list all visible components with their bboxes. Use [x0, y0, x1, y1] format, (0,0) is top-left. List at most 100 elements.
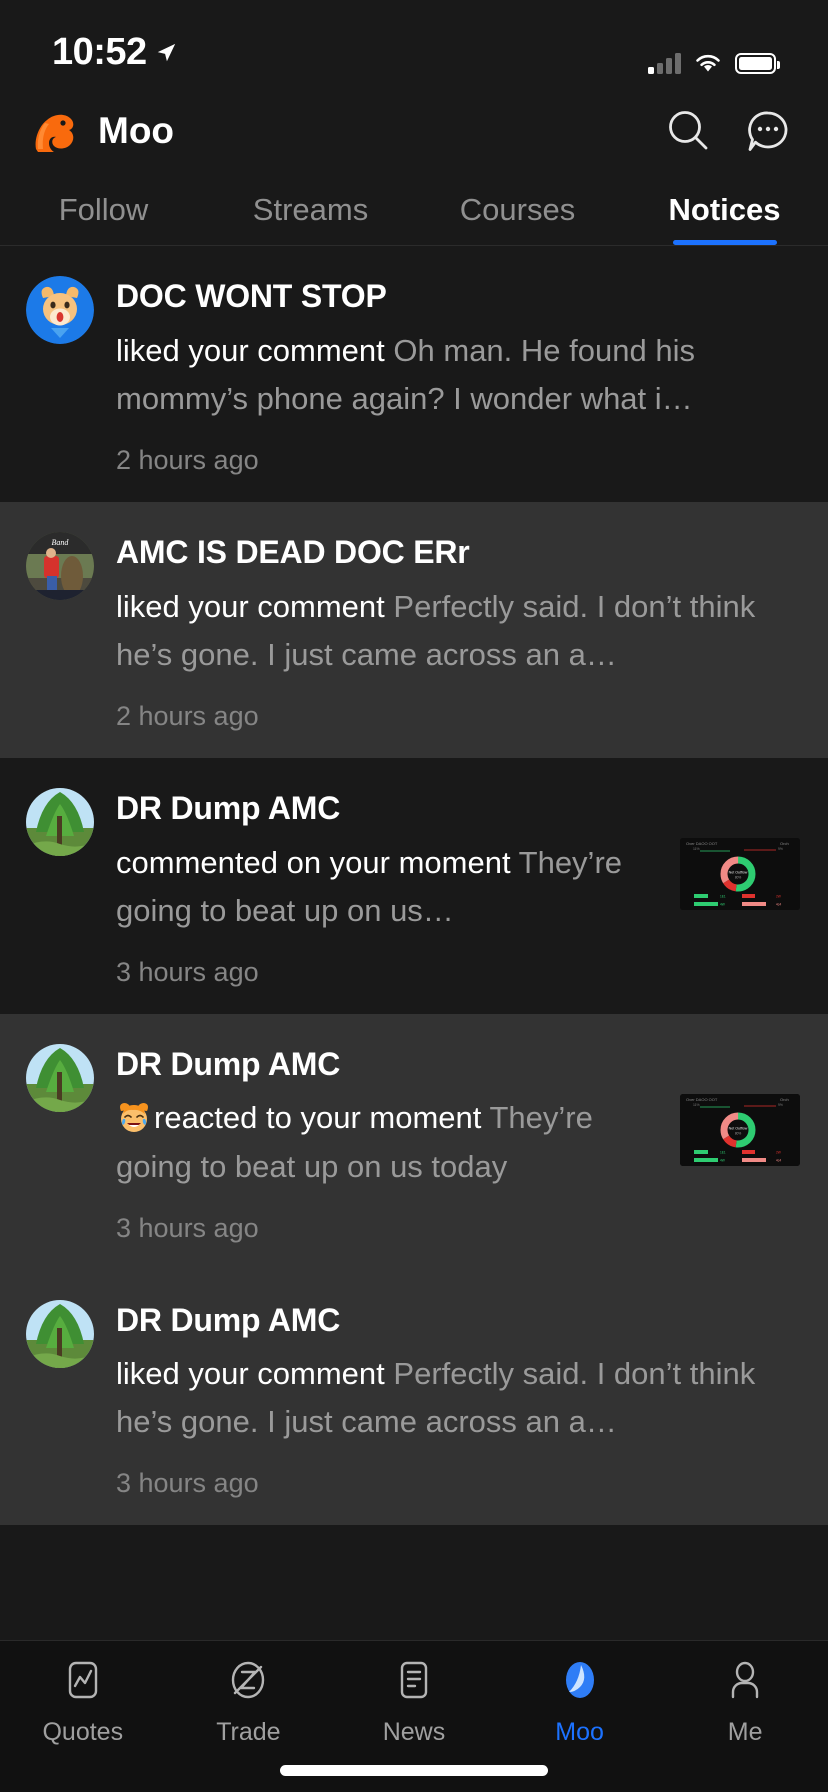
notification-text: reacted to your moment They’re going to … [116, 1094, 666, 1190]
avatar[interactable] [26, 787, 94, 856]
location-arrow-icon [157, 43, 175, 61]
app-header: Moo [0, 88, 828, 174]
tab-notices[interactable]: Notices [621, 174, 828, 245]
notification-row[interactable]: DR Dump AMC liked your comment Perfectly… [0, 1269, 828, 1526]
nav-label: Moo [555, 1718, 604, 1746]
svg-text:Band: Band [52, 538, 70, 547]
notification-timestamp: 2 hours ago [116, 700, 259, 731]
nav-label: Me [727, 1718, 763, 1746]
news-document-icon [400, 1661, 428, 1699]
nav-item-moo[interactable]: Moo [497, 1657, 663, 1747]
wifi-icon [696, 54, 720, 72]
notification-text: liked your comment Oh man. He found his … [116, 327, 800, 423]
notification-action: liked your comment [116, 1356, 385, 1392]
trade-z-icon [232, 1661, 265, 1699]
app-title: Moo [98, 110, 175, 151]
section-tabs: Follow Streams Courses Notices [0, 174, 828, 246]
header-actions [662, 105, 794, 157]
person-profile-icon [731, 1661, 759, 1699]
moo-bull-logo-icon [35, 114, 74, 152]
notification-timestamp: 3 hours ago [116, 956, 259, 987]
svg-text:11%: 11% [693, 1103, 700, 1107]
svg-text:4W: 4W [720, 902, 725, 906]
notification-body: AMC IS DEAD DOC ERr liked your comment P… [116, 532, 800, 732]
status-bar: 10:52 [0, 0, 828, 88]
tab-label: Streams [252, 191, 369, 227]
tab-follow[interactable]: Follow [0, 174, 207, 245]
tree-photo-avatar [26, 1299, 94, 1368]
tree-photo-avatar [26, 1043, 94, 1112]
notification-timestamp: 3 hours ago [116, 1212, 259, 1243]
more-chat-icon[interactable] [742, 105, 794, 157]
tab-streams[interactable]: Streams [207, 174, 414, 245]
chart-corner-text: Orch [780, 1097, 789, 1102]
person-photo-avatar: Band [26, 531, 94, 600]
svg-text:1E1: 1E1 [720, 1150, 726, 1154]
svg-text:Net Outflow: Net Outflow [729, 1126, 748, 1130]
notification-timestamp: 3 hours ago [116, 1468, 259, 1499]
nav-item-me[interactable]: Me [662, 1657, 828, 1747]
search-icon[interactable] [662, 105, 714, 157]
net-outflow-donut-chart: Over DAOO OOT Orch 11% 9% Net Outflow 80… [680, 837, 800, 910]
chart-title-text: Over DAOO OOT [686, 841, 718, 846]
avatar[interactable] [26, 276, 94, 344]
notification-username[interactable]: DOC WONT STOP [116, 278, 800, 315]
chart-corner-text: Orch [780, 841, 789, 846]
notification-body: DOC WONT STOP liked your comment Oh man.… [116, 276, 800, 476]
notifications-list: DOC WONT STOP liked your comment Oh man.… [0, 246, 828, 1640]
svg-text:2W: 2W [776, 894, 781, 898]
notification-username[interactable]: AMC IS DEAD DOC ERr [116, 534, 800, 571]
avatar[interactable] [26, 1299, 94, 1368]
svg-text:Net Outflow: Net Outflow [729, 870, 748, 874]
svg-text:2W: 2W [776, 1150, 781, 1154]
avatar[interactable]: Band [26, 531, 94, 600]
notification-action: liked your comment [116, 332, 385, 368]
status-bar-left: 10:52 [52, 31, 177, 74]
notification-action: liked your comment [116, 588, 385, 624]
battery-full-icon [735, 52, 780, 74]
notification-username[interactable]: DR Dump AMC [116, 1046, 666, 1083]
notification-body: DR Dump AMC commented on your moment The… [116, 788, 666, 988]
moment-chart-thumbnail[interactable]: Over DAOO OOT Orch 11% 9% Net Outflow 80… [680, 1093, 800, 1166]
svg-text:80%: 80% [735, 875, 742, 879]
notification-text: liked your comment Perfectly said. I don… [116, 1350, 800, 1446]
nav-label: News [382, 1718, 446, 1746]
home-indicator-bar[interactable] [280, 1765, 548, 1776]
moment-chart-thumbnail[interactable]: Over DAOO OOT Orch 11% 9% Net Outflow 80… [680, 837, 800, 910]
notification-body: DR Dump AMC liked your comment Perfectly… [116, 1300, 800, 1500]
brand[interactable]: Moo [30, 109, 174, 153]
svg-text:4W: 4W [720, 1158, 725, 1162]
tab-label: Notices [668, 191, 781, 227]
notification-action: reacted to your moment [154, 1100, 482, 1136]
notification-text: commented on your moment They’re going t… [116, 839, 666, 935]
nav-item-trade[interactable]: Trade [166, 1657, 332, 1747]
avatar[interactable] [26, 1043, 94, 1112]
status-bar-clock: 10:52 [52, 31, 147, 73]
svg-text:9%: 9% [778, 847, 783, 851]
notification-username[interactable]: DR Dump AMC [116, 1302, 800, 1339]
notification-row[interactable]: DR Dump AMC reacted to your moment They’… [0, 1013, 828, 1270]
svg-text:9%: 9% [778, 1103, 783, 1107]
status-bar-right [648, 52, 780, 74]
nav-item-quotes[interactable]: Quotes [0, 1657, 166, 1747]
nav-label: Trade [216, 1718, 281, 1746]
notification-row[interactable]: DR Dump AMC commented on your moment The… [0, 757, 828, 1014]
svg-text:80%: 80% [735, 1131, 742, 1135]
cellular-signal-icon [648, 52, 681, 74]
tab-label: Follow [58, 191, 149, 227]
notification-body: DR Dump AMC reacted to your moment They’… [116, 1044, 666, 1244]
svg-text:1E1: 1E1 [720, 894, 726, 898]
chart-title-text: Over DAOO OOT [686, 1097, 718, 1102]
tab-label: Courses [459, 191, 576, 227]
notification-action: commented on your moment [116, 844, 511, 880]
notification-row[interactable]: Band AMC IS DEAD DOC ERr liked your comm… [0, 501, 828, 758]
notification-text: liked your comment Perfectly said. I don… [116, 583, 800, 679]
tab-courses[interactable]: Courses [414, 174, 621, 245]
quotes-chart-icon [68, 1661, 97, 1699]
notification-row[interactable]: DOC WONT STOP liked your comment Oh man.… [0, 246, 828, 502]
notification-timestamp: 2 hours ago [116, 444, 259, 475]
nav-label: Quotes [42, 1718, 124, 1746]
moo-leaf-icon [565, 1662, 594, 1698]
notification-username[interactable]: DR Dump AMC [116, 790, 666, 827]
nav-item-news[interactable]: News [331, 1657, 497, 1747]
